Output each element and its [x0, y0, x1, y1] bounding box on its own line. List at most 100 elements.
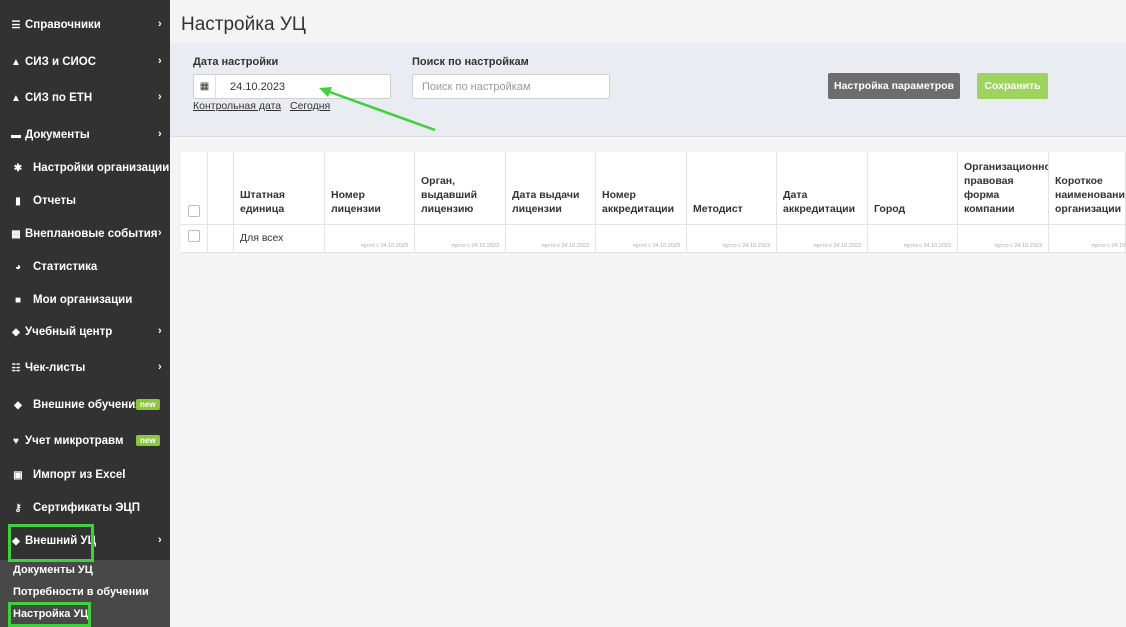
- table-cell[interactable]: пусто с 24.10.2023: [1049, 225, 1126, 253]
- helmet-icon: ▲: [11, 92, 21, 104]
- graduation-cap-icon: ◆: [14, 399, 22, 411]
- sidebar-item-label: Внешние обучения: [33, 399, 143, 411]
- sidebar-item-references[interactable]: ☰ Справочники ›: [0, 12, 170, 38]
- sidebar-item-statistics[interactable]: ◕ Статистика: [0, 254, 170, 280]
- table-header-label: Дата выдачи лицензии: [512, 189, 580, 215]
- sidebar-item-label: Чек-листы: [25, 362, 86, 374]
- sidebar-item-label: Настройки организации: [33, 162, 170, 174]
- chevron-right-icon: ›: [158, 18, 162, 30]
- sidebar-item-org-settings[interactable]: ✱ Настройки организации: [0, 155, 170, 181]
- table-header-label: Номер аккредитации: [602, 189, 675, 215]
- sidebar-item-siz-etn[interactable]: ▲ СИЗ по ЕТН ›: [0, 85, 170, 111]
- sidebar-item-siz-sios[interactable]: ▲ СИЗ и СИОС ›: [0, 49, 170, 75]
- pie-chart-icon: ◕: [14, 261, 22, 273]
- table-cell-select: [181, 225, 208, 253]
- table-header-label: Номер лицензии: [331, 189, 381, 215]
- chevron-right-icon: ›: [158, 91, 162, 103]
- sidebar-item-label: Внеплановые события: [25, 228, 158, 240]
- table-cell[interactable]: пусто с 24.10.2023: [596, 225, 687, 253]
- empty-note: пусто с 24.10.2023: [451, 243, 499, 249]
- submenu-item-training-needs[interactable]: Потребности в обучении: [0, 582, 170, 602]
- table-header[interactable]: Методист: [687, 152, 777, 225]
- annotation-arrow: [319, 87, 436, 132]
- table-header[interactable]: Штатная единица: [234, 152, 325, 225]
- table-header[interactable]: Номер лицензии: [325, 152, 415, 225]
- heartbeat-icon: ♥: [13, 435, 19, 447]
- table-header[interactable]: Дата аккредитации: [777, 152, 868, 225]
- empty-note: пусто с 24.10.2023: [1091, 243, 1126, 249]
- table-header[interactable]: Дата выдачи лицензии: [506, 152, 596, 225]
- empty-note: пусто с 24.10.2023: [541, 243, 589, 249]
- sidebar-item-training-center[interactable]: ◆ Учебный центр ›: [0, 319, 170, 345]
- calendar-icon: ▦: [11, 228, 21, 240]
- chevron-right-icon: ›: [158, 534, 162, 546]
- sidebar-item-label: Импорт из Excel: [33, 469, 126, 481]
- select-all-checkbox[interactable]: [188, 205, 200, 217]
- chevron-right-icon: ›: [158, 325, 162, 337]
- graduation-cap-icon: ◆: [12, 326, 20, 338]
- helmet-icon: ▲: [11, 56, 21, 68]
- table-cell[interactable]: пусто с 24.10.2023: [506, 225, 596, 253]
- table-cell[interactable]: пусто с 24.10.2023: [687, 225, 777, 253]
- sidebar-item-external-trainings[interactable]: ◆ Внешние обучения new: [0, 392, 170, 418]
- sidebar-item-certificates[interactable]: ⚷ Сертификаты ЭЦП: [0, 495, 170, 521]
- empty-note: пусто с 24.10.2023: [994, 243, 1042, 249]
- table-cell[interactable]: пусто с 24.10.2023: [415, 225, 506, 253]
- sidebar-item-label: Учебный центр: [25, 326, 113, 338]
- new-badge: new: [136, 399, 160, 410]
- list-icon: ☰: [11, 19, 21, 31]
- sidebar-item-label: Мои организации: [33, 294, 133, 306]
- briefcase-icon: ■: [14, 294, 22, 306]
- sidebar-item-label: Учет микротравм: [25, 435, 124, 447]
- row-checkbox[interactable]: [188, 230, 200, 242]
- sidebar: ☰ Справочники › ▲ СИЗ и СИОС › ▲ СИЗ по …: [0, 0, 170, 627]
- sidebar-item-label: Справочники: [25, 19, 101, 31]
- file-icon: ▮: [15, 195, 21, 207]
- sidebar-item-checklists[interactable]: ☷ Чек-листы ›: [0, 355, 170, 381]
- sidebar-item-microtrauma[interactable]: ♥ Учет микротравм new: [0, 428, 170, 454]
- sidebar-item-unplanned-events[interactable]: ▦ Внеплановые события ›: [0, 221, 170, 247]
- sidebar-item-documents[interactable]: ▬ Документы ›: [0, 122, 170, 148]
- excel-icon: ▣: [13, 469, 23, 481]
- table-header-label: Орган, выдавший лицензию: [421, 175, 478, 215]
- chevron-right-icon: ›: [158, 361, 162, 373]
- table-header-label: Короткое наименование организации: [1055, 175, 1126, 215]
- table-header[interactable]: Орган, выдавший лицензию: [415, 152, 506, 225]
- table-cell[interactable]: пусто с 24.10.2023: [777, 225, 868, 253]
- new-badge: new: [136, 435, 160, 446]
- empty-note: пусто с 24.10.2023: [813, 243, 861, 249]
- sidebar-item-reports[interactable]: ▮ Отчеты: [0, 188, 170, 214]
- sidebar-item-label: Статистика: [33, 261, 98, 273]
- chevron-right-icon: ›: [158, 55, 162, 67]
- table-header-label: Штатная единица: [240, 189, 285, 215]
- chevron-right-icon: ›: [158, 128, 162, 140]
- table-header-select: [181, 152, 208, 225]
- highlight-box: [8, 602, 91, 627]
- sidebar-item-label: Документы: [25, 129, 90, 141]
- settings-table: Штатная единица Номер лицензии Орган, выдав…: [181, 152, 1126, 253]
- main-content: Настройка УЦ Дата настройки ▦ 24.10.2023…: [170, 0, 1126, 627]
- table-header[interactable]: Организационно-правовая форма компании: [958, 152, 1049, 225]
- highlight-box: [8, 524, 94, 562]
- sidebar-item-my-organizations[interactable]: ■ Мои организации: [0, 287, 170, 313]
- sidebar-item-label: Сертификаты ЭЦП: [33, 502, 141, 514]
- table-cell-blank: [208, 225, 234, 253]
- empty-note: пусто с 24.10.2023: [903, 243, 951, 249]
- sidebar-item-label: Отчеты: [33, 195, 76, 207]
- sidebar-item-excel-import[interactable]: ▣ Импорт из Excel: [0, 462, 170, 488]
- key-icon: ⚷: [14, 502, 22, 514]
- table-header-label: Город: [874, 203, 906, 215]
- table-header[interactable]: Короткое наименование организации: [1049, 152, 1126, 225]
- submenu-item-tc-documents[interactable]: Документы УЦ: [0, 560, 170, 580]
- gear-icon: ✱: [13, 162, 23, 174]
- empty-note: пусто с 24.10.2023: [722, 243, 770, 249]
- sidebar-item-label: СИЗ по ЕТН: [25, 92, 93, 104]
- table-cell[interactable]: пусто с 24.10.2023: [325, 225, 415, 253]
- table-header-blank: [208, 152, 234, 225]
- submenu-item-label: Потребности в обучении: [13, 586, 149, 598]
- table-cell[interactable]: пусто с 24.10.2023: [958, 225, 1049, 253]
- table-header[interactable]: Город: [868, 152, 958, 225]
- table-header[interactable]: Номер аккредитации: [596, 152, 687, 225]
- table-cell[interactable]: пусто с 24.10.2023: [868, 225, 958, 253]
- table-header-label: Методист: [693, 203, 743, 215]
